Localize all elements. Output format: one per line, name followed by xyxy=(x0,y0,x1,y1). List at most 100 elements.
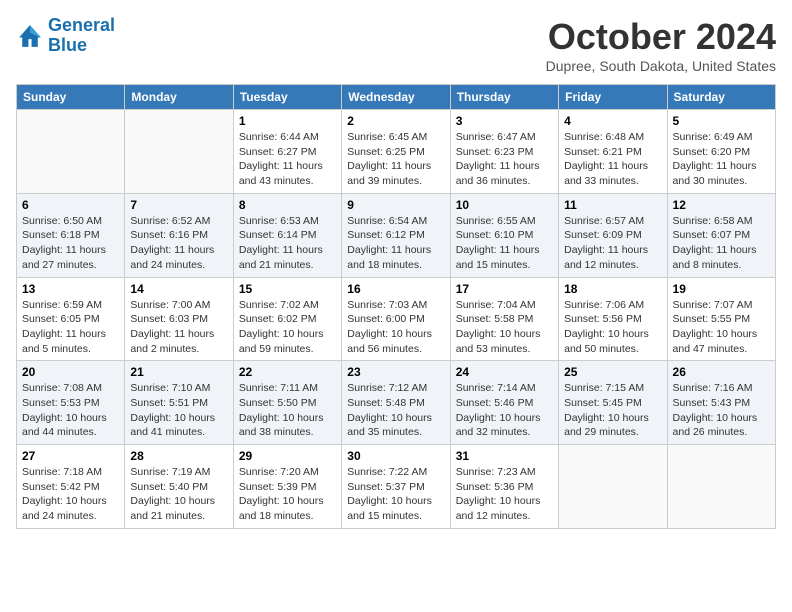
calendar-week-row: 1 Sunrise: 6:44 AM Sunset: 6:27 PM Daylig… xyxy=(17,110,776,194)
day-number: 15 xyxy=(239,282,336,296)
calendar-table: SundayMondayTuesdayWednesdayThursdayFrid… xyxy=(16,84,776,529)
day-detail: Sunrise: 7:06 AM Sunset: 5:56 PM Dayligh… xyxy=(564,298,661,357)
day-detail: Sunrise: 7:08 AM Sunset: 5:53 PM Dayligh… xyxy=(22,381,119,440)
day-number: 3 xyxy=(456,114,553,128)
day-detail: Sunrise: 7:00 AM Sunset: 6:03 PM Dayligh… xyxy=(130,298,227,357)
day-detail: Sunrise: 7:03 AM Sunset: 6:00 PM Dayligh… xyxy=(347,298,444,357)
day-number: 1 xyxy=(239,114,336,128)
day-detail: Sunrise: 6:52 AM Sunset: 6:16 PM Dayligh… xyxy=(130,214,227,273)
weekday-header-monday: Monday xyxy=(125,85,233,110)
calendar-cell: 16 Sunrise: 7:03 AM Sunset: 6:00 PM Dayli… xyxy=(342,277,450,361)
calendar-cell: 31 Sunrise: 7:23 AM Sunset: 5:36 PM Dayli… xyxy=(450,445,558,529)
day-number: 21 xyxy=(130,365,227,379)
month-title: October 2024 xyxy=(546,16,776,58)
day-number: 20 xyxy=(22,365,119,379)
day-detail: Sunrise: 7:11 AM Sunset: 5:50 PM Dayligh… xyxy=(239,381,336,440)
calendar-week-row: 13 Sunrise: 6:59 AM Sunset: 6:05 PM Dayli… xyxy=(17,277,776,361)
calendar-cell: 11Sunrise: 6:57 AM Sunset: 6:09 PM Dayli… xyxy=(559,193,667,277)
calendar-cell: 4 Sunrise: 6:48 AM Sunset: 6:21 PM Daylig… xyxy=(559,110,667,194)
day-detail: Sunrise: 6:49 AM Sunset: 6:20 PM Dayligh… xyxy=(673,130,770,189)
day-number: 31 xyxy=(456,449,553,463)
day-detail: Sunrise: 6:55 AM Sunset: 6:10 PM Dayligh… xyxy=(456,214,553,273)
day-detail: Sunrise: 7:04 AM Sunset: 5:58 PM Dayligh… xyxy=(456,298,553,357)
calendar-cell: 24 Sunrise: 7:14 AM Sunset: 5:46 PM Dayli… xyxy=(450,361,558,445)
day-number: 23 xyxy=(347,365,444,379)
day-number: 2 xyxy=(347,114,444,128)
day-detail: Sunrise: 6:48 AM Sunset: 6:21 PM Dayligh… xyxy=(564,130,661,189)
calendar-week-row: 20 Sunrise: 7:08 AM Sunset: 5:53 PM Dayli… xyxy=(17,361,776,445)
day-number: 4 xyxy=(564,114,661,128)
day-detail: Sunrise: 6:57 AM Sunset: 6:09 PM Dayligh… xyxy=(564,214,661,273)
weekday-header-friday: Friday xyxy=(559,85,667,110)
location: Dupree, South Dakota, United States xyxy=(546,58,776,74)
logo-text: General Blue xyxy=(48,16,115,56)
day-number: 5 xyxy=(673,114,770,128)
day-detail: Sunrise: 6:45 AM Sunset: 6:25 PM Dayligh… xyxy=(347,130,444,189)
calendar-cell: 30Sunrise: 7:22 AM Sunset: 5:37 PM Dayli… xyxy=(342,445,450,529)
logo-icon xyxy=(16,22,44,50)
day-detail: Sunrise: 7:19 AM Sunset: 5:40 PM Dayligh… xyxy=(130,465,227,524)
day-detail: Sunrise: 7:23 AM Sunset: 5:36 PM Dayligh… xyxy=(456,465,553,524)
calendar-cell: 10 Sunrise: 6:55 AM Sunset: 6:10 PM Dayli… xyxy=(450,193,558,277)
day-number: 16 xyxy=(347,282,444,296)
calendar-cell: 27 Sunrise: 7:18 AM Sunset: 5:42 PM Dayli… xyxy=(17,445,125,529)
weekday-header-wednesday: Wednesday xyxy=(342,85,450,110)
day-detail: Sunrise: 6:47 AM Sunset: 6:23 PM Dayligh… xyxy=(456,130,553,189)
calendar-week-row: 27 Sunrise: 7:18 AM Sunset: 5:42 PM Dayli… xyxy=(17,445,776,529)
logo-line1: General xyxy=(48,15,115,35)
day-number: 9 xyxy=(347,198,444,212)
calendar-cell: 21 Sunrise: 7:10 AM Sunset: 5:51 PM Dayli… xyxy=(125,361,233,445)
page-header: General Blue October 2024 Dupree, South … xyxy=(16,16,776,74)
calendar-cell: 19Sunrise: 7:07 AM Sunset: 5:55 PM Dayli… xyxy=(667,277,775,361)
calendar-cell: 28 Sunrise: 7:19 AM Sunset: 5:40 PM Dayli… xyxy=(125,445,233,529)
day-detail: Sunrise: 7:02 AM Sunset: 6:02 PM Dayligh… xyxy=(239,298,336,357)
day-number: 24 xyxy=(456,365,553,379)
day-number: 30 xyxy=(347,449,444,463)
day-detail: Sunrise: 6:59 AM Sunset: 6:05 PM Dayligh… xyxy=(22,298,119,357)
weekday-header-saturday: Saturday xyxy=(667,85,775,110)
calendar-week-row: 6Sunrise: 6:50 AM Sunset: 6:18 PM Daylig… xyxy=(17,193,776,277)
day-number: 7 xyxy=(130,198,227,212)
day-number: 14 xyxy=(130,282,227,296)
day-detail: Sunrise: 6:58 AM Sunset: 6:07 PM Dayligh… xyxy=(673,214,770,273)
day-number: 27 xyxy=(22,449,119,463)
day-number: 12 xyxy=(673,198,770,212)
calendar-cell xyxy=(667,445,775,529)
day-detail: Sunrise: 7:12 AM Sunset: 5:48 PM Dayligh… xyxy=(347,381,444,440)
calendar-body: 1 Sunrise: 6:44 AM Sunset: 6:27 PM Daylig… xyxy=(17,110,776,529)
logo-line2: Blue xyxy=(48,36,115,56)
day-number: 29 xyxy=(239,449,336,463)
weekday-header-sunday: Sunday xyxy=(17,85,125,110)
calendar-cell: 25 Sunrise: 7:15 AM Sunset: 5:45 PM Dayli… xyxy=(559,361,667,445)
calendar-cell: 12 Sunrise: 6:58 AM Sunset: 6:07 PM Dayli… xyxy=(667,193,775,277)
calendar-cell: 29Sunrise: 7:20 AM Sunset: 5:39 PM Dayli… xyxy=(233,445,341,529)
day-detail: Sunrise: 7:07 AM Sunset: 5:55 PM Dayligh… xyxy=(673,298,770,357)
day-detail: Sunrise: 7:14 AM Sunset: 5:46 PM Dayligh… xyxy=(456,381,553,440)
day-detail: Sunrise: 6:50 AM Sunset: 6:18 PM Dayligh… xyxy=(22,214,119,273)
calendar-cell: 26Sunrise: 7:16 AM Sunset: 5:43 PM Dayli… xyxy=(667,361,775,445)
calendar-header-row: SundayMondayTuesdayWednesdayThursdayFrid… xyxy=(17,85,776,110)
calendar-cell: 13 Sunrise: 6:59 AM Sunset: 6:05 PM Dayli… xyxy=(17,277,125,361)
day-detail: Sunrise: 7:18 AM Sunset: 5:42 PM Dayligh… xyxy=(22,465,119,524)
weekday-header-tuesday: Tuesday xyxy=(233,85,341,110)
calendar-cell: 7 Sunrise: 6:52 AM Sunset: 6:16 PM Daylig… xyxy=(125,193,233,277)
calendar-cell: 14 Sunrise: 7:00 AM Sunset: 6:03 PM Dayli… xyxy=(125,277,233,361)
day-detail: Sunrise: 6:44 AM Sunset: 6:27 PM Dayligh… xyxy=(239,130,336,189)
calendar-cell: 6Sunrise: 6:50 AM Sunset: 6:18 PM Daylig… xyxy=(17,193,125,277)
day-detail: Sunrise: 7:10 AM Sunset: 5:51 PM Dayligh… xyxy=(130,381,227,440)
day-number: 25 xyxy=(564,365,661,379)
day-number: 10 xyxy=(456,198,553,212)
calendar-cell: 23 Sunrise: 7:12 AM Sunset: 5:48 PM Dayli… xyxy=(342,361,450,445)
day-number: 17 xyxy=(456,282,553,296)
calendar-cell xyxy=(17,110,125,194)
day-detail: Sunrise: 7:15 AM Sunset: 5:45 PM Dayligh… xyxy=(564,381,661,440)
day-detail: Sunrise: 6:54 AM Sunset: 6:12 PM Dayligh… xyxy=(347,214,444,273)
day-number: 28 xyxy=(130,449,227,463)
calendar-cell: 1 Sunrise: 6:44 AM Sunset: 6:27 PM Daylig… xyxy=(233,110,341,194)
weekday-header-thursday: Thursday xyxy=(450,85,558,110)
day-detail: Sunrise: 7:16 AM Sunset: 5:43 PM Dayligh… xyxy=(673,381,770,440)
calendar-cell: 17 Sunrise: 7:04 AM Sunset: 5:58 PM Dayli… xyxy=(450,277,558,361)
calendar-cell: 20 Sunrise: 7:08 AM Sunset: 5:53 PM Dayli… xyxy=(17,361,125,445)
calendar-cell: 2 Sunrise: 6:45 AM Sunset: 6:25 PM Daylig… xyxy=(342,110,450,194)
day-number: 13 xyxy=(22,282,119,296)
